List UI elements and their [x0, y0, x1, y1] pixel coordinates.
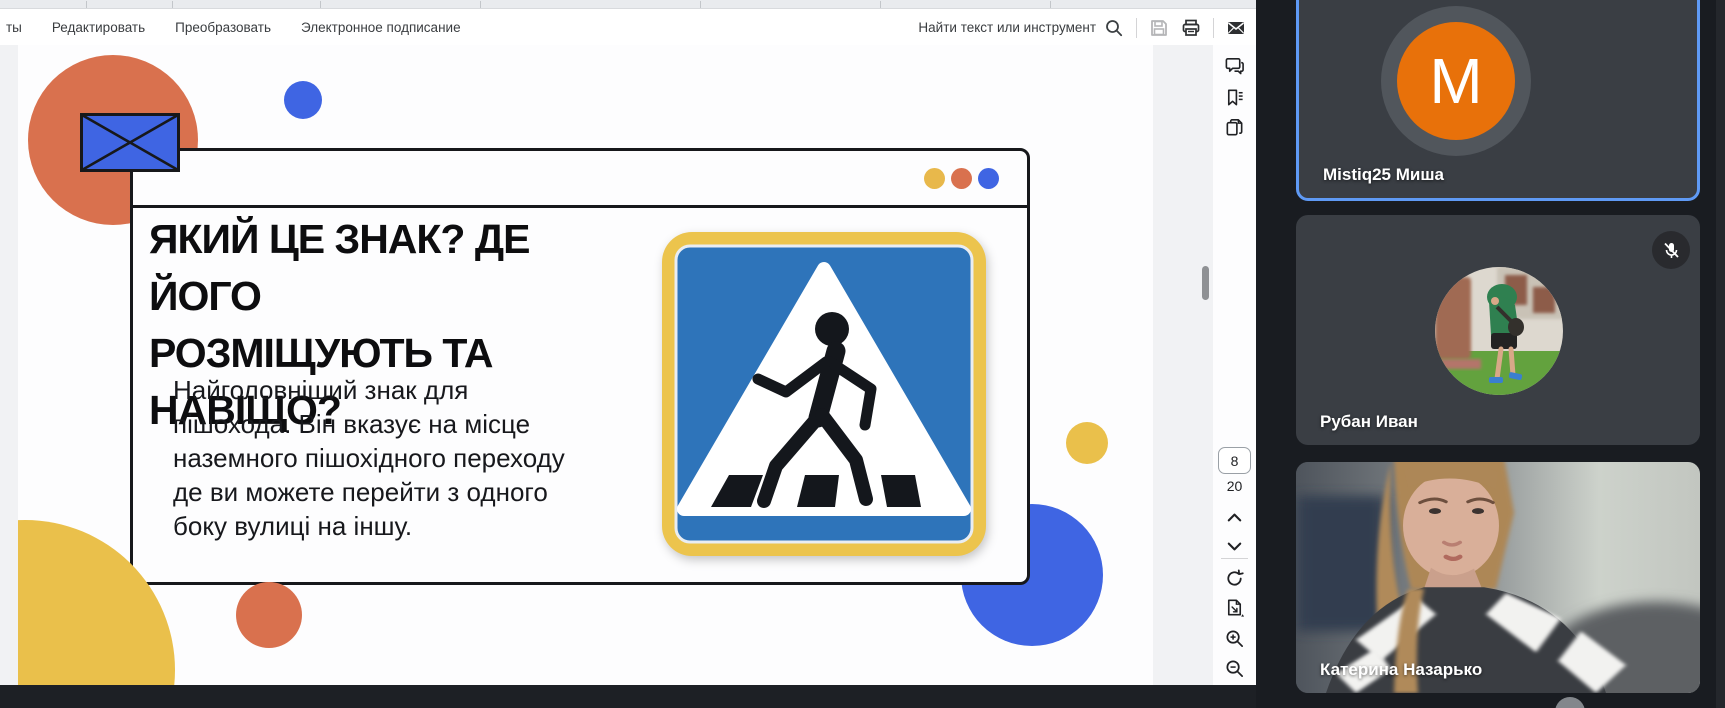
window-dot-yellow: [924, 168, 945, 189]
toolbar-divider: [1213, 18, 1214, 38]
zoom-out-icon[interactable]: [1224, 658, 1245, 679]
email-icon[interactable]: [1226, 18, 1246, 38]
slide-browser-frame: ЯКИЙ ЦЕ ЗНАК? ДЕ ЙОГО РОЗМІЩУЮТЬ ТА НАВІ…: [130, 148, 1030, 585]
slide-page: ЯКИЙ ЦЕ ЗНАК? ДЕ ЙОГО РОЗМІЩУЮТЬ ТА НАВІ…: [18, 45, 1153, 685]
window-dot-orange: [951, 168, 972, 189]
tab-separator: [1050, 1, 1051, 8]
meeting-participants-panel: M Mistiq25 Миша: [1256, 0, 1725, 708]
participant-name: Mistiq25 Миша: [1323, 165, 1444, 185]
browser-frame-header: [133, 151, 1027, 208]
panel-scrollbar-track[interactable]: [1716, 0, 1725, 708]
page-down-icon[interactable]: [1224, 536, 1245, 557]
menu-item-tools[interactable]: ты: [6, 20, 22, 35]
tab-separator: [700, 1, 701, 8]
menu-item-edit[interactable]: Редактировать: [52, 20, 145, 35]
pedestrian-crossing-sign: [659, 229, 989, 559]
participant-tile[interactable]: Рубан Иван: [1296, 215, 1700, 445]
print-icon[interactable]: [1181, 18, 1201, 38]
tab-separator: [86, 1, 87, 8]
tab-separator: [480, 1, 481, 8]
avatar-photo: [1435, 267, 1563, 395]
toolbar-divider: [1221, 558, 1248, 559]
mic-muted-icon: [1652, 231, 1690, 269]
copy-pages-icon[interactable]: [1224, 117, 1245, 138]
envelope-decor-icon: [80, 113, 180, 172]
window-dot-blue: [978, 168, 999, 189]
zoom-in-icon[interactable]: [1224, 628, 1245, 649]
tab-separator: [880, 1, 881, 8]
menu-bar: ты Редактировать Преобразовать Электронн…: [0, 10, 1256, 45]
search-control[interactable]: Найти текст или инструмент: [918, 18, 1124, 38]
bookmarks-icon[interactable]: [1224, 87, 1245, 108]
decor-circle-orange-small: [236, 582, 302, 648]
decor-circle-blue-small: [284, 81, 322, 119]
menu-item-convert[interactable]: Преобразовать: [175, 20, 271, 35]
decor-circle-yellow-small: [1066, 422, 1108, 464]
participant-name: Катерина Назарько: [1320, 660, 1482, 680]
pdf-side-toolbar: 8 20: [1213, 45, 1256, 685]
page-up-icon[interactable]: [1224, 507, 1245, 528]
total-pages-label: 20: [1213, 478, 1256, 494]
bottom-taskbar: [0, 685, 1256, 708]
participant-name: Рубан Иван: [1320, 412, 1418, 432]
avatar-letter: M: [1397, 22, 1515, 140]
pdf-page-area: ЯКИЙ ЦЕ ЗНАК? ДЕ ЙОГО РОЗМІЩУЮТЬ ТА НАВІ…: [0, 45, 1256, 685]
scroll-more-button[interactable]: [1555, 697, 1585, 708]
search-label: Найти текст или инструмент: [918, 20, 1096, 35]
webcam-video: [1296, 462, 1700, 693]
search-icon[interactable]: [1104, 18, 1124, 38]
current-page-input[interactable]: 8: [1218, 447, 1251, 474]
rotate-icon[interactable]: [1224, 568, 1245, 589]
menu-item-esign[interactable]: Электронное подписание: [301, 20, 461, 35]
slide-body-text: Найголовніший знак для пішохода. Він вка…: [173, 373, 583, 543]
save-icon[interactable]: [1149, 18, 1169, 38]
fit-page-icon[interactable]: [1224, 597, 1245, 618]
pdf-scrollbar-thumb[interactable]: [1202, 266, 1209, 300]
pdf-viewer-window: ты Редактировать Преобразовать Электронн…: [0, 0, 1256, 708]
tab-separator: [172, 1, 173, 8]
browser-tab-strip: [0, 0, 1256, 9]
toolbar-divider: [1136, 18, 1137, 38]
participant-tile[interactable]: Катерина Назарько: [1296, 462, 1700, 693]
slide-title-line1: ЯКИЙ ЦЕ ЗНАК? ДЕ ЙОГО: [149, 211, 609, 325]
comments-icon[interactable]: [1224, 55, 1245, 76]
tab-separator: [320, 1, 321, 8]
avatar-ring: M: [1381, 6, 1531, 156]
participant-tile[interactable]: M Mistiq25 Миша: [1296, 0, 1700, 201]
